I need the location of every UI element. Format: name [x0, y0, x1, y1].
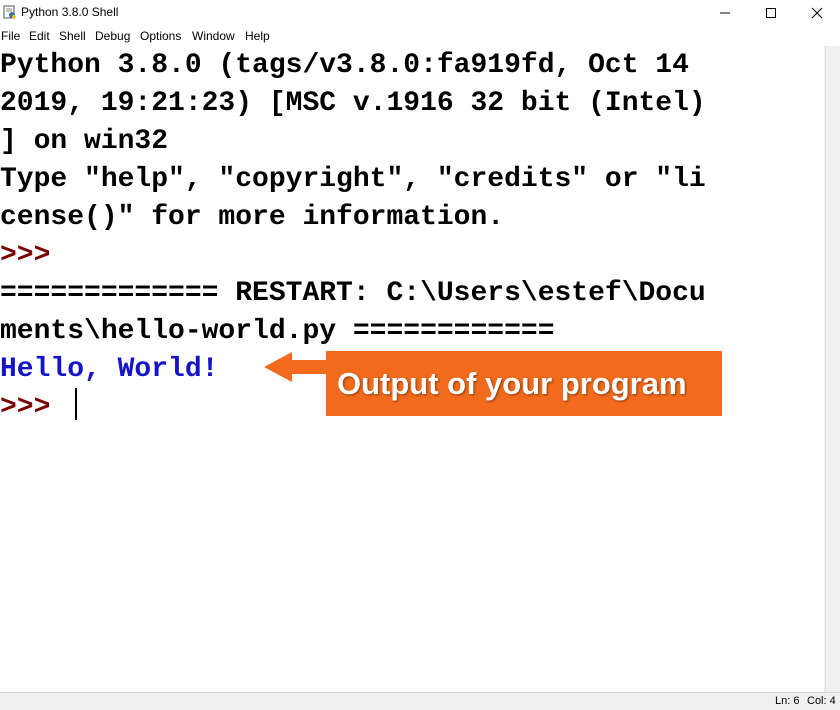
python-idle-icon	[3, 5, 16, 19]
menu-window[interactable]: Window	[192, 29, 235, 43]
menu-debug[interactable]: Debug	[95, 29, 130, 43]
callout-arrow-icon	[264, 352, 328, 382]
menu-help[interactable]: Help	[245, 29, 270, 43]
status-bar: Ln: 6 Col: 4	[0, 692, 840, 710]
text-cursor	[75, 388, 77, 420]
close-button[interactable]	[794, 0, 840, 26]
banner-line: Python 3.8.0 (tags/v3.8.0:fa919fd, Oct 1…	[0, 50, 689, 81]
column-number-status: Col: 4	[807, 695, 836, 707]
maximize-button[interactable]	[748, 0, 794, 26]
restart-line: ments\hello-world.py ============	[0, 316, 555, 347]
menu-file[interactable]: File	[1, 29, 20, 43]
vertical-scrollbar[interactable]	[824, 46, 840, 692]
restart-line: ============= RESTART: C:\Users\estef\Do…	[0, 278, 706, 309]
program-output: Hello, World!	[0, 354, 219, 385]
menu-bar: File Edit Shell Debug Options Window Hel…	[0, 26, 840, 46]
minimize-button[interactable]	[702, 0, 748, 26]
banner-line: Type "help", "copyright", "credits" or "…	[0, 164, 706, 195]
menu-options[interactable]: Options	[140, 29, 181, 43]
scrollbar-thumb[interactable]	[825, 46, 840, 692]
menu-shell[interactable]: Shell	[59, 29, 86, 43]
title-bar: Python 3.8.0 Shell	[0, 0, 840, 26]
line-number-status: Ln: 6	[775, 695, 800, 707]
banner-line: ] on win32	[0, 126, 169, 157]
window-title: Python 3.8.0 Shell	[21, 5, 119, 19]
banner-line: 2019, 19:21:23) [MSC v.1916 32 bit (Inte…	[0, 88, 706, 119]
output-annotation: Output of your program	[326, 351, 722, 416]
close-icon	[811, 7, 823, 19]
menu-edit[interactable]: Edit	[29, 29, 50, 43]
banner-line: cense()" for more information.	[0, 202, 505, 233]
current-prompt: >>>	[0, 392, 68, 423]
maximize-icon	[766, 8, 776, 18]
shell-prompt: >>>	[0, 240, 51, 271]
minimize-icon	[720, 12, 730, 14]
